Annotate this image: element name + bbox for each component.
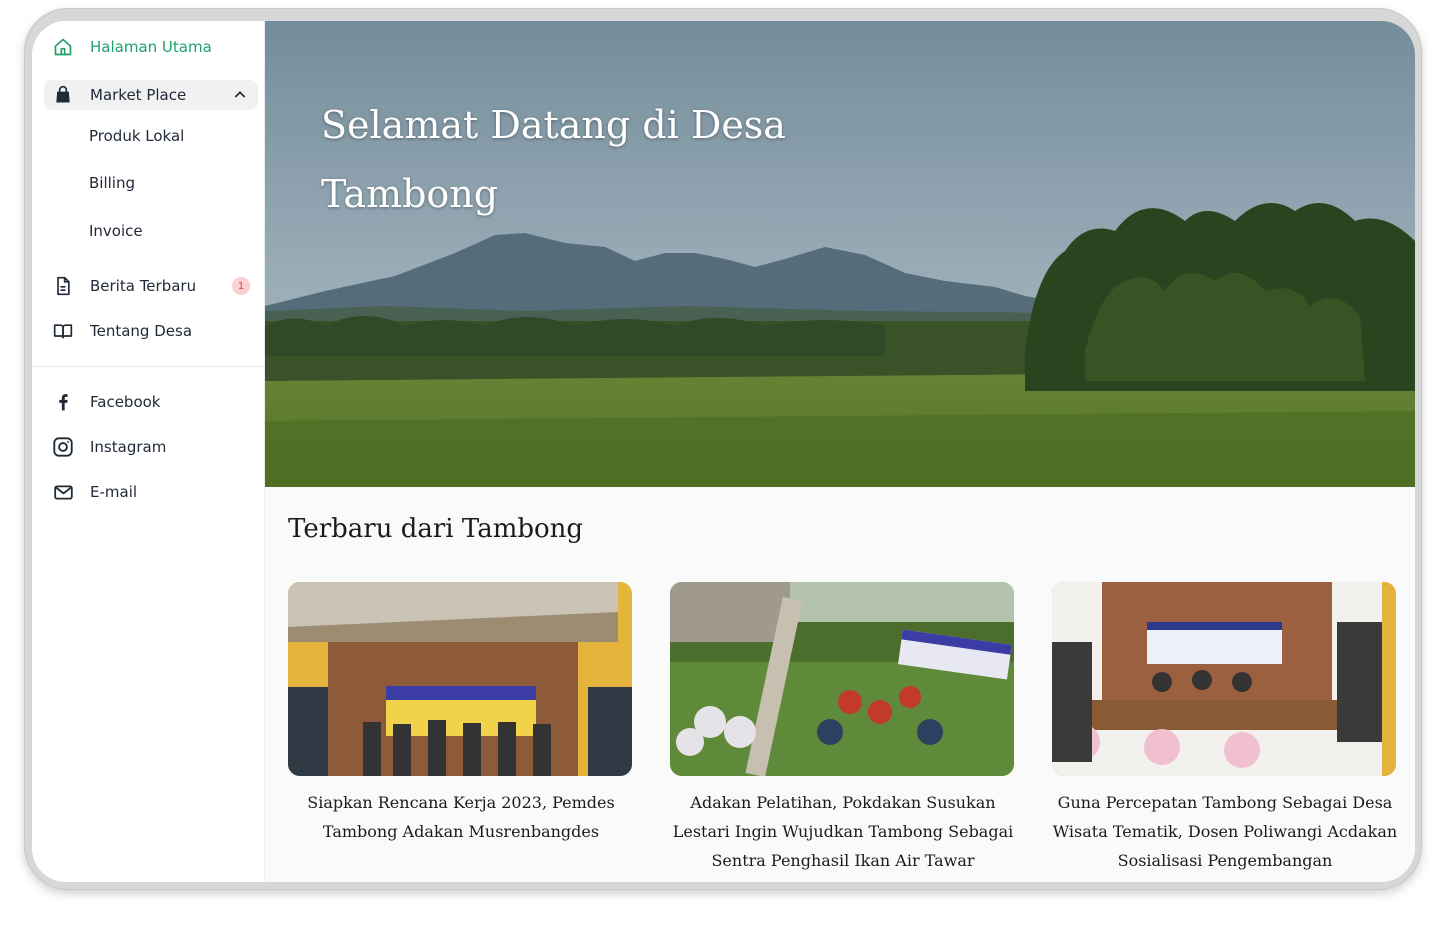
nav-market-place-label: Market Place <box>90 86 187 104</box>
nav-instagram[interactable]: Instagram <box>44 432 258 462</box>
nav-home-label: Halaman Utama <box>90 38 212 56</box>
news-card-1-title[interactable]: Siapkan Rencana Kerja 2023, Pemdes Tambo… <box>288 788 634 846</box>
nav-berita-terbaru[interactable]: Berita Terbaru 1 <box>44 271 258 301</box>
news-card-2-image[interactable] <box>670 582 1014 776</box>
chevron-up-icon[interactable] <box>232 87 248 107</box>
facebook-icon <box>52 391 74 413</box>
news-card-2-title[interactable]: Adakan Pelatihan, Pokdakan Susukan Lesta… <box>670 788 1016 875</box>
instagram-icon <box>52 436 74 458</box>
section-title: Terbaru dari Tambong <box>288 514 584 544</box>
nav-market-place[interactable]: Market Place <box>44 80 258 110</box>
hero-title-line2: Tambong <box>321 172 499 216</box>
mail-icon <box>52 481 74 503</box>
nav-instagram-label: Instagram <box>90 438 167 456</box>
news-card-1-image[interactable] <box>288 582 632 776</box>
book-icon <box>52 320 74 342</box>
tablet-screen: Halaman Utama Market Place Produk Lokal … <box>32 21 1415 882</box>
sidebar-divider <box>32 366 264 367</box>
tablet-frame: Halaman Utama Market Place Produk Lokal … <box>24 8 1422 890</box>
nav-tentang-desa[interactable]: Tentang Desa <box>44 316 258 346</box>
sub-item-billing[interactable]: Billing <box>89 174 135 192</box>
sub-item-invoice[interactable]: Invoice <box>89 222 143 240</box>
nav-facebook-label: Facebook <box>90 393 161 411</box>
news-card-3-title[interactable]: Guna Percepatan Tambong Sebagai Desa Wis… <box>1052 788 1398 875</box>
sidebar: Halaman Utama Market Place Produk Lokal … <box>32 21 265 882</box>
shopping-bag-icon <box>52 84 74 106</box>
document-icon <box>52 275 74 297</box>
news-card-3[interactable]: Guna Percepatan Tambong Sebagai Desa Wis… <box>1052 582 1398 875</box>
news-card-1[interactable]: Siapkan Rencana Kerja 2023, Pemdes Tambo… <box>288 582 634 846</box>
nav-berita-terbaru-label: Berita Terbaru <box>90 277 197 295</box>
home-icon <box>52 36 74 58</box>
hero-title-line1: Selamat Datang di Desa <box>321 103 786 147</box>
nav-tentang-desa-label: Tentang Desa <box>90 322 193 340</box>
nav-email-label: E-mail <box>90 483 138 501</box>
nav-email[interactable]: E-mail <box>44 477 258 507</box>
hero-banner: Selamat Datang di Desa Tambong <box>265 21 1415 487</box>
sub-item-produk-lokal[interactable]: Produk Lokal <box>89 127 184 145</box>
news-card-3-image[interactable] <box>1052 582 1396 776</box>
news-section: Terbaru dari Tambong Siapkan Rencana Ker… <box>265 487 1415 882</box>
news-card-2[interactable]: Adakan Pelatihan, Pokdakan Susukan Lesta… <box>670 582 1016 875</box>
nav-home[interactable]: Halaman Utama <box>44 32 258 62</box>
nav-facebook[interactable]: Facebook <box>44 387 258 417</box>
notification-badge: 1 <box>232 277 250 295</box>
hero-title: Selamat Datang di Desa Tambong <box>321 91 881 229</box>
